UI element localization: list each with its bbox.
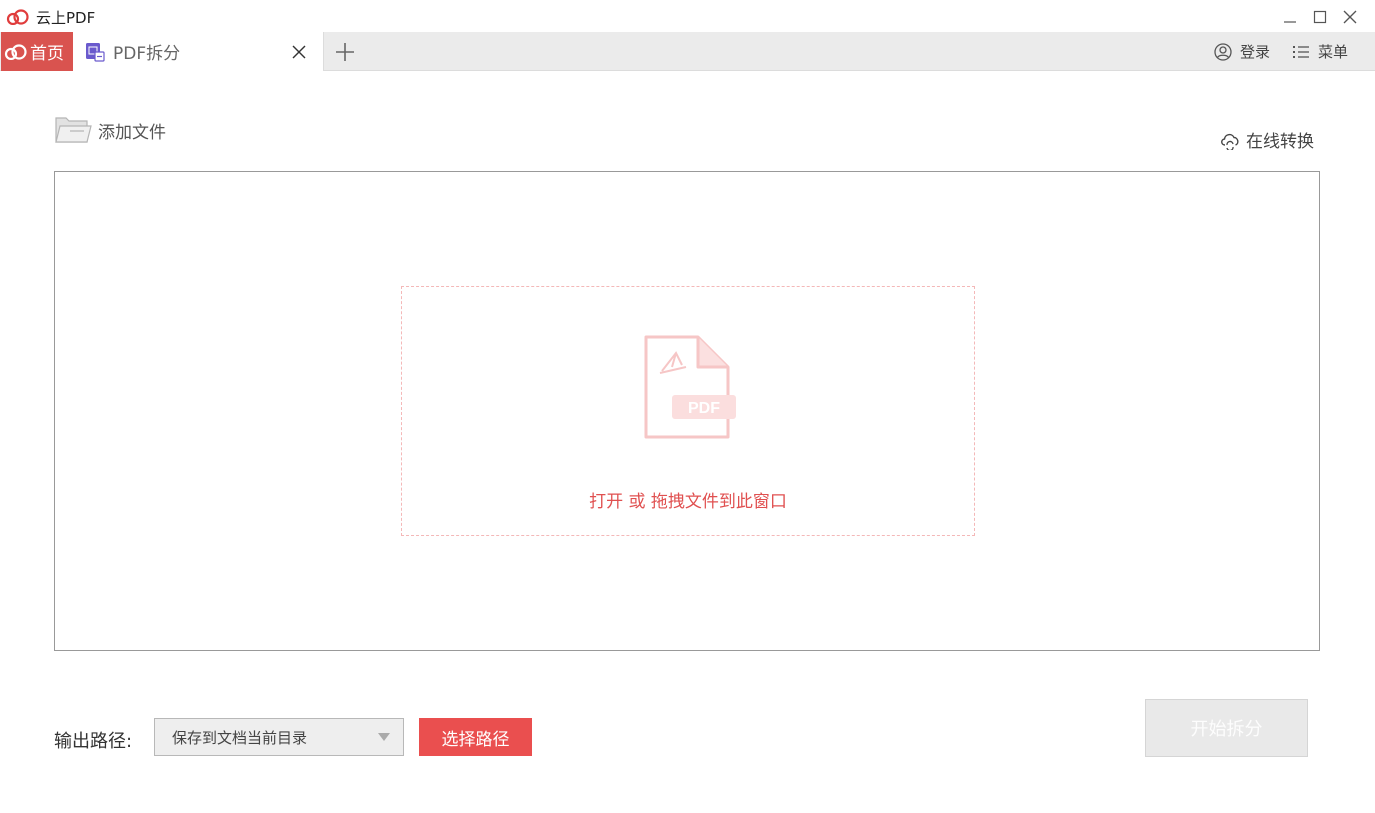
app-title: 云上PDF [36, 9, 96, 27]
tab-bar: 首页 PDF拆分 登录 菜单 [0, 32, 1375, 71]
choose-path-button[interactable]: 选择路径 [419, 718, 532, 756]
add-file-button[interactable]: 添加文件 [54, 114, 166, 146]
chevron-down-icon [378, 733, 390, 741]
tab-close-button[interactable] [289, 42, 309, 62]
menu-list-icon [1293, 45, 1309, 58]
tab-home[interactable]: 首页 [1, 32, 73, 71]
cloud-logo-icon [4, 43, 27, 60]
add-file-label: 添加文件 [98, 122, 166, 143]
close-button[interactable] [1337, 4, 1363, 30]
maximize-button[interactable] [1307, 4, 1333, 30]
tab-pdf-split-label: PDF拆分 [113, 44, 181, 64]
close-icon [292, 45, 306, 59]
login-label: 登录 [1240, 43, 1271, 61]
close-icon [1343, 10, 1357, 24]
title-bar: 云上PDF [0, 0, 1375, 32]
pdf-split-icon [86, 42, 105, 62]
user-icon [1214, 42, 1232, 61]
output-path-value: 保存到文档当前目录 [172, 728, 308, 747]
drop-zone[interactable]: PDF 打开 或 拖拽文件到此窗口 [401, 286, 975, 536]
minimize-icon [1284, 21, 1296, 23]
maximize-icon [1313, 10, 1327, 24]
menu-label: 菜单 [1318, 43, 1349, 61]
menu-button[interactable]: 菜单 [1292, 41, 1348, 62]
tab-pdf-split[interactable]: PDF拆分 [73, 32, 324, 71]
file-panel: PDF 打开 或 拖拽文件到此窗口 [54, 171, 1320, 651]
cloud-sync-icon [1221, 133, 1239, 150]
tab-home-label: 首页 [30, 44, 64, 64]
output-path-label: 输出路径: [54, 731, 133, 752]
minimize-button[interactable] [1277, 4, 1303, 30]
folder-icon [55, 117, 92, 143]
add-tab-button[interactable] [333, 40, 357, 64]
plus-icon [336, 43, 354, 61]
online-convert-label: 在线转换 [1246, 132, 1314, 152]
login-button[interactable]: 登录 [1214, 41, 1270, 62]
output-path-select[interactable]: 保存到文档当前目录 [154, 718, 404, 756]
online-convert-button[interactable]: 在线转换 [1219, 127, 1314, 152]
pdf-file-icon: PDF [644, 335, 736, 439]
cloud-logo-icon [6, 9, 29, 25]
start-split-button[interactable]: 开始拆分 [1145, 699, 1308, 757]
pdf-badge-text: PDF [688, 400, 720, 417]
drop-hint-text: 打开 或 拖拽文件到此窗口 [589, 492, 787, 512]
